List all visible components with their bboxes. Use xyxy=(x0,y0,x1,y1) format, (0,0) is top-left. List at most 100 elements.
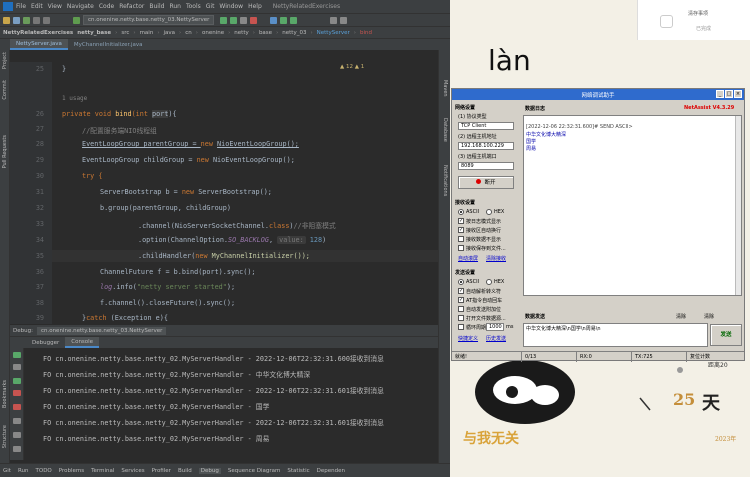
save-icon[interactable] xyxy=(13,16,20,24)
toolwin-statistic[interactable]: Statistic xyxy=(287,468,309,474)
toolwin-terminal[interactable]: Terminal xyxy=(91,468,114,474)
database-tool-tab[interactable]: Database xyxy=(442,118,448,142)
menu-file[interactable]: File xyxy=(16,3,26,10)
console-output[interactable]: FO cn.onenine.netty.base.netty_02.MyServ… xyxy=(25,348,438,460)
breadcrumb-onenine[interactable]: onenine xyxy=(202,30,224,36)
recv-hex-radio[interactable] xyxy=(486,209,492,215)
git-commit-icon[interactable] xyxy=(280,16,288,24)
toolwin-profiler[interactable]: Profiler xyxy=(152,468,171,474)
stop-icon[interactable] xyxy=(13,390,21,396)
toolwin-debug[interactable]: Debug xyxy=(198,467,221,474)
breadcrumb-base[interactable]: base xyxy=(259,30,272,36)
send-file-source-checkbox[interactable] xyxy=(458,315,464,321)
recv-hide-checkbox[interactable] xyxy=(458,236,464,242)
menu-help[interactable]: Help xyxy=(248,3,262,10)
send-escape-checkbox[interactable]: ✓ xyxy=(458,288,464,294)
structure-tool-tab[interactable]: Structure xyxy=(2,425,8,448)
toolwin-run[interactable]: Run xyxy=(18,468,29,474)
settings-icon[interactable] xyxy=(340,16,348,24)
breadcrumb-netty[interactable]: netty xyxy=(234,30,248,36)
run-config-select[interactable]: cn.onenine.netty.base.netty_03.NettyServ… xyxy=(83,15,215,25)
menu-refactor[interactable]: Refactor xyxy=(119,3,144,10)
refresh-icon[interactable] xyxy=(23,16,30,24)
breadcrumb-project[interactable]: NettyRelatedExercises xyxy=(3,30,73,36)
stop-icon[interactable] xyxy=(250,16,258,24)
recv-scrollbar[interactable] xyxy=(735,116,741,295)
send-ascii-radio[interactable] xyxy=(458,279,464,285)
menu-code[interactable]: Code xyxy=(99,3,114,10)
tab-debugger[interactable]: Debugger xyxy=(26,337,65,348)
camera-icon[interactable] xyxy=(13,432,21,438)
toolwin-problems[interactable]: Problems xyxy=(59,468,84,474)
send-append-checkbox[interactable] xyxy=(458,306,464,312)
folder-icon[interactable] xyxy=(3,16,10,24)
menu-navigate[interactable]: Navigate xyxy=(67,3,94,10)
back-icon[interactable] xyxy=(33,16,40,24)
toolwin-todo[interactable]: TODO xyxy=(36,468,52,474)
breadcrumb-method[interactable]: bind xyxy=(360,30,372,36)
history-send-link[interactable]: 历史发送 xyxy=(486,335,506,342)
pull-requests-tool-tab[interactable]: Pull Requests xyxy=(2,135,8,168)
hammer-icon[interactable] xyxy=(73,16,80,24)
tab-nettyserver[interactable]: NettyServer.java xyxy=(10,39,68,50)
loop-ms-input[interactable]: 1000 xyxy=(486,323,504,331)
code-editor[interactable]: } 1 usage private void bind(int port){ /… xyxy=(52,62,440,324)
send-loop-checkbox[interactable] xyxy=(458,324,464,330)
pin-icon[interactable] xyxy=(13,446,21,452)
auto-scroll-link[interactable]: 自动滚屏 xyxy=(458,255,478,262)
recv-ascii-radio[interactable] xyxy=(458,209,464,215)
breadcrumb-main[interactable]: main xyxy=(140,30,154,36)
recv-log-mode-checkbox[interactable]: ✓ xyxy=(458,218,464,224)
inspection-widget[interactable]: ▲ 12 ▲ 1 xyxy=(340,64,364,70)
assistant-titlebar[interactable]: 网络调试助手 _ □ × xyxy=(452,89,744,100)
tab-console[interactable]: Console xyxy=(65,337,100,348)
menu-edit[interactable]: Edit xyxy=(31,3,43,10)
breadcrumb-class[interactable]: NettyServer xyxy=(317,30,350,36)
tab-mychannelinitializer[interactable]: MyChannelInitializer.java xyxy=(68,39,149,50)
menu-tools[interactable]: Tools xyxy=(186,3,201,10)
maven-tool-tab[interactable]: Maven xyxy=(442,80,448,97)
breadcrumb-src[interactable]: src xyxy=(121,30,129,36)
notifications-tool-tab[interactable]: Notifications xyxy=(442,165,448,196)
git-update-icon[interactable] xyxy=(270,16,278,24)
debug-icon[interactable] xyxy=(230,16,238,24)
breadcrumb-cn[interactable]: cn xyxy=(185,30,192,36)
resume-icon[interactable] xyxy=(13,378,21,384)
breadcrumb-java[interactable]: java xyxy=(164,30,176,36)
shortcut-define-link[interactable]: 快捷定义 xyxy=(458,335,478,342)
breakpoints-icon[interactable] xyxy=(13,404,21,410)
toolwin-sequence-diagram[interactable]: Sequence Diagram xyxy=(228,468,281,474)
forward-icon[interactable] xyxy=(43,16,50,24)
recv-save-file-checkbox[interactable] xyxy=(458,245,464,251)
breadcrumb-module[interactable]: netty_base xyxy=(77,30,111,36)
recv-log-area[interactable]: [2022-12-06 22:32:31.600]# SEND ASCII> 中… xyxy=(523,115,742,296)
send-hex-radio[interactable] xyxy=(486,279,492,285)
usage-hint[interactable]: 1 usage xyxy=(62,95,87,102)
mute-breakpoints-icon[interactable] xyxy=(13,418,21,424)
menu-git[interactable]: Git xyxy=(206,3,215,10)
toolwin-build[interactable]: Build xyxy=(178,468,192,474)
settings-icon[interactable] xyxy=(13,364,21,370)
clear-recv-link[interactable]: 清除接收 xyxy=(486,255,506,262)
disconnect-button[interactable]: 断开 xyxy=(458,176,514,189)
send-text-area[interactable]: 中华文化博大精深\n国学\n周易\n xyxy=(523,323,708,347)
maximize-icon[interactable]: □ xyxy=(725,90,733,98)
recv-wrap-checkbox[interactable]: ✓ xyxy=(458,227,464,233)
protocol-select[interactable]: TCP Client xyxy=(458,122,514,130)
breadcrumb-package[interactable]: netty_03 xyxy=(282,30,306,36)
toolwin-dependencies[interactable]: Dependen xyxy=(317,468,345,474)
host-input[interactable]: 192.168.100.229 xyxy=(458,142,514,150)
reset-count-button[interactable]: 复位计数 xyxy=(687,352,744,362)
clear-send-label-2[interactable]: 清除 xyxy=(704,313,714,320)
menu-build[interactable]: Build xyxy=(149,3,164,10)
minimize-icon[interactable]: _ xyxy=(716,90,724,98)
send-at-cr-checkbox[interactable]: ✓ xyxy=(458,297,464,303)
rerun-icon[interactable] xyxy=(13,352,21,358)
run-icon[interactable] xyxy=(220,16,228,24)
search-icon[interactable] xyxy=(330,16,338,24)
menu-view[interactable]: View xyxy=(48,3,62,10)
toolwin-services[interactable]: Services xyxy=(121,468,144,474)
debug-config-tab[interactable]: cn.onenine.netty.base.netty_03.NettyServ… xyxy=(36,326,167,335)
git-push-icon[interactable] xyxy=(290,16,298,24)
bookmarks-tool-tab[interactable]: Bookmarks xyxy=(2,380,8,408)
